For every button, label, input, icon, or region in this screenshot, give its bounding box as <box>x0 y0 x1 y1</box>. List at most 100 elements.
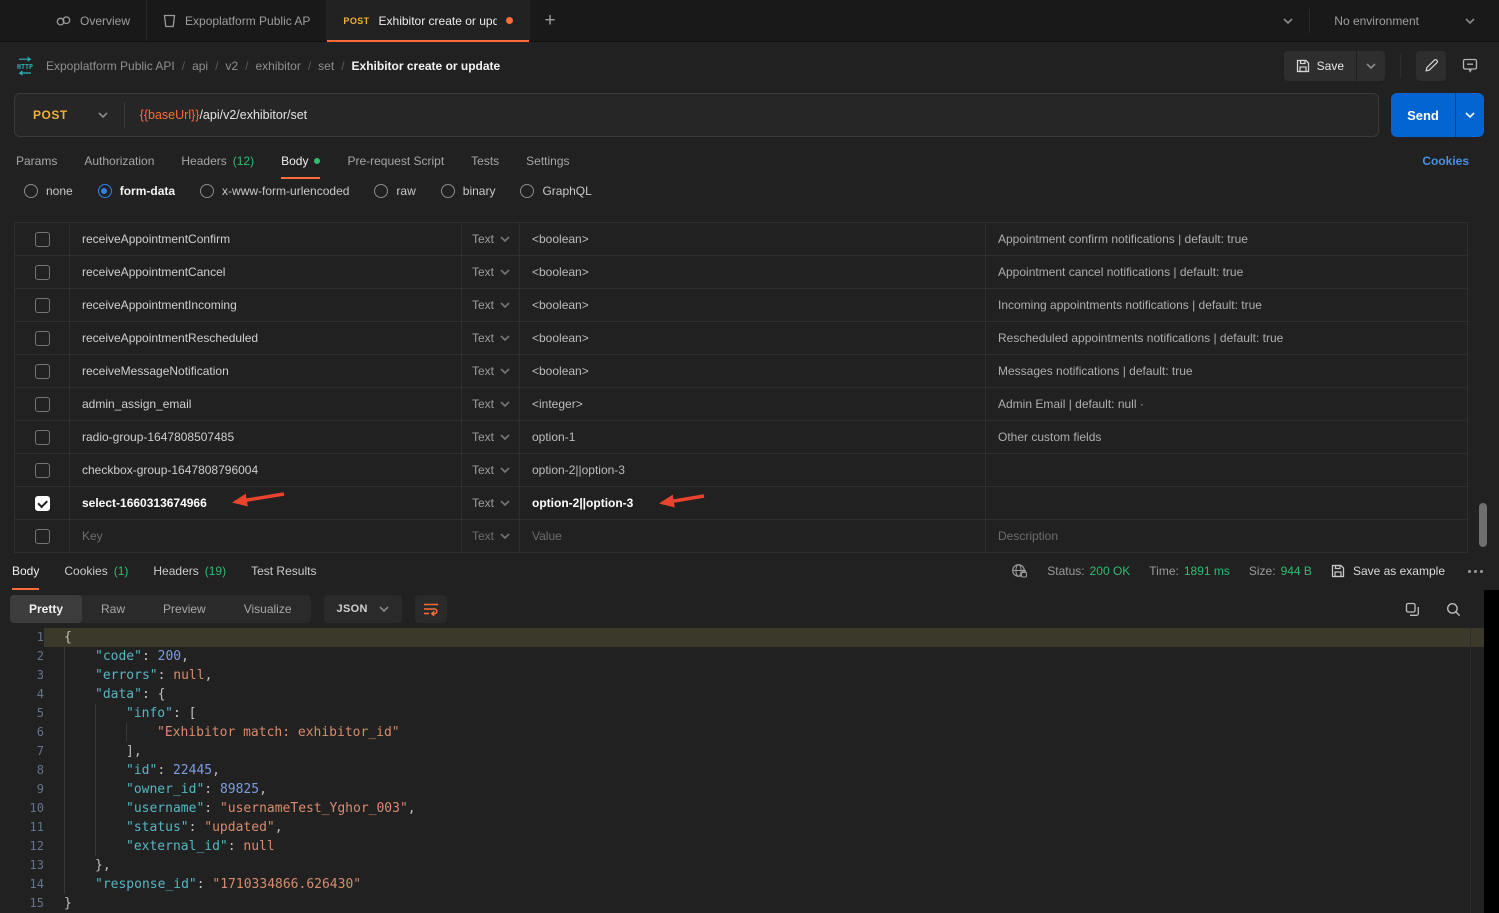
response-body-viewer[interactable]: 1{2"code": 200,3"errors": null,4"data": … <box>0 628 1484 913</box>
table-scrollbar-thumb[interactable] <box>1479 503 1487 547</box>
save-button[interactable]: Save <box>1284 51 1356 81</box>
row-checkbox[interactable] <box>15 454 70 486</box>
mode-raw[interactable]: raw <box>374 184 415 198</box>
tab-authorization[interactable]: Authorization <box>84 143 154 179</box>
row-type-dropdown[interactable]: Text <box>462 421 520 453</box>
breadcrumb-segment[interactable]: set <box>318 59 334 73</box>
response-tab-headers[interactable]: Headers(19) <box>153 552 226 590</box>
row-type-dropdown[interactable]: Text <box>462 355 520 387</box>
breadcrumb-segment[interactable]: exhibitor <box>255 59 300 73</box>
row-value-field[interactable]: <boolean> <box>520 355 986 387</box>
row-value-field[interactable]: <boolean> <box>520 256 986 288</box>
response-tab-test-results[interactable]: Test Results <box>251 552 316 590</box>
row-description-field[interactable] <box>986 454 1467 486</box>
request-title[interactable]: Exhibitor create or update <box>352 59 501 73</box>
breadcrumb-segment[interactable]: v2 <box>225 59 238 73</box>
row-key-field[interactable]: Key <box>70 520 462 552</box>
row-type-dropdown[interactable]: Text <box>462 388 520 420</box>
mode-form-data[interactable]: form-data <box>98 184 175 198</box>
view-preview[interactable]: Preview <box>144 595 225 623</box>
response-tab-cookies[interactable]: Cookies(1) <box>64 552 128 590</box>
comments-button[interactable] <box>1455 51 1485 81</box>
row-description-field[interactable]: Messages notifications | default: true <box>986 355 1467 387</box>
view-visualize[interactable]: Visualize <box>225 595 311 623</box>
chevron-down-icon[interactable] <box>1283 18 1293 24</box>
row-checkbox[interactable] <box>15 322 70 354</box>
wrap-lines-button[interactable] <box>415 595 447 623</box>
row-key-field[interactable]: checkbox-group-1647808796004 <box>70 454 462 486</box>
row-value-field[interactable]: <boolean> <box>520 289 986 321</box>
environment-selector[interactable]: No environment <box>1326 14 1483 28</box>
row-key-field[interactable]: select-1660313674966 <box>70 487 462 519</box>
row-type-dropdown[interactable]: Text <box>462 322 520 354</box>
row-description-field[interactable]: Appointment cancel notifications | defau… <box>986 256 1467 288</box>
response-tab-body[interactable]: Body <box>12 552 39 590</box>
row-type-dropdown[interactable]: Text <box>462 223 520 255</box>
row-key-field[interactable]: admin_assign_email <box>70 388 462 420</box>
tab-collection[interactable]: Expoplatform Public AP <box>147 0 327 41</box>
save-as-example-button[interactable]: Save as example <box>1331 564 1445 578</box>
row-type-dropdown[interactable]: Text <box>462 256 520 288</box>
row-checkbox[interactable] <box>15 520 70 552</box>
row-value-field[interactable]: <boolean> <box>520 322 986 354</box>
row-key-field[interactable]: receiveAppointmentIncoming <box>70 289 462 321</box>
tab-overview[interactable]: Overview <box>40 0 147 41</box>
more-options-icon[interactable] <box>1464 570 1487 573</box>
breadcrumb-segment[interactable]: Expoplatform Public API <box>46 59 175 73</box>
send-button[interactable]: Send <box>1391 93 1455 137</box>
tab-pre-request-script[interactable]: Pre-request Script <box>347 143 444 179</box>
row-key-field[interactable]: receiveAppointmentCancel <box>70 256 462 288</box>
tab-request-active[interactable]: POST Exhibitor create or update <box>327 0 529 41</box>
row-description-field[interactable]: Incoming appointments notifications | de… <box>986 289 1467 321</box>
network-globe-icon[interactable] <box>1011 563 1028 579</box>
row-checkbox[interactable] <box>15 289 70 321</box>
row-checkbox[interactable] <box>15 355 70 387</box>
row-key-field[interactable]: radio-group-1647808507485 <box>70 421 462 453</box>
view-pretty[interactable]: Pretty <box>10 595 82 623</box>
row-description-field[interactable]: Admin Email | default: null · <box>986 388 1467 420</box>
send-options-button[interactable] <box>1455 93 1484 137</box>
row-value-field[interactable]: Value <box>520 520 986 552</box>
tab-headers[interactable]: Headers(12) <box>181 143 254 179</box>
row-value-field[interactable]: <integer> <box>520 388 986 420</box>
row-description-field[interactable]: Rescheduled appointments notifications |… <box>986 322 1467 354</box>
row-description-field[interactable]: Appointment confirm notifications | defa… <box>986 223 1467 255</box>
row-description-field[interactable]: Other custom fields <box>986 421 1467 453</box>
row-value-field[interactable]: option-2||option-3 <box>520 454 986 486</box>
new-tab-button[interactable]: + <box>530 0 571 41</box>
tab-settings[interactable]: Settings <box>526 143 569 179</box>
format-dropdown[interactable]: JSON <box>324 595 402 623</box>
url-field[interactable]: {{baseUrl}}/api/v2/exhibitor/set <box>140 108 307 122</box>
row-checkbox[interactable] <box>15 256 70 288</box>
row-type-dropdown[interactable]: Text <box>462 289 520 321</box>
row-value-field[interactable]: <boolean> <box>520 223 986 255</box>
edit-button[interactable] <box>1416 51 1446 81</box>
code-scrollbar-track[interactable] <box>1470 628 1471 913</box>
row-checkbox[interactable] <box>15 388 70 420</box>
row-type-dropdown[interactable]: Text <box>462 487 520 519</box>
row-key-field[interactable]: receiveAppointmentRescheduled <box>70 322 462 354</box>
breadcrumb-segment[interactable]: api <box>192 59 208 73</box>
copy-icon[interactable] <box>1405 602 1420 617</box>
mode-binary[interactable]: binary <box>441 184 496 198</box>
mode-none[interactable]: none <box>24 184 73 198</box>
row-checkbox[interactable] <box>15 223 70 255</box>
tab-tests[interactable]: Tests <box>471 143 499 179</box>
save-options-button[interactable] <box>1356 51 1385 81</box>
row-checkbox[interactable] <box>15 421 70 453</box>
row-key-field[interactable]: receiveAppointmentConfirm <box>70 223 462 255</box>
view-raw[interactable]: Raw <box>82 595 144 623</box>
cookies-link[interactable]: Cookies <box>1422 143 1469 179</box>
row-value-field[interactable]: option-1 <box>520 421 986 453</box>
mode-graphql[interactable]: GraphQL <box>520 184 591 198</box>
tab-body[interactable]: Body <box>281 143 320 179</box>
search-icon[interactable] <box>1446 602 1461 617</box>
mode-x-www-form-urlencoded[interactable]: x-www-form-urlencoded <box>200 184 349 198</box>
row-description-field[interactable] <box>986 487 1467 519</box>
row-key-field[interactable]: receiveMessageNotification <box>70 355 462 387</box>
row-type-dropdown[interactable]: Text <box>462 454 520 486</box>
tab-params[interactable]: Params <box>16 143 57 179</box>
row-value-field[interactable]: option-2||option-3 <box>520 487 986 519</box>
row-type-dropdown[interactable]: Text <box>462 520 520 552</box>
method-selector[interactable]: POST <box>15 108 124 122</box>
